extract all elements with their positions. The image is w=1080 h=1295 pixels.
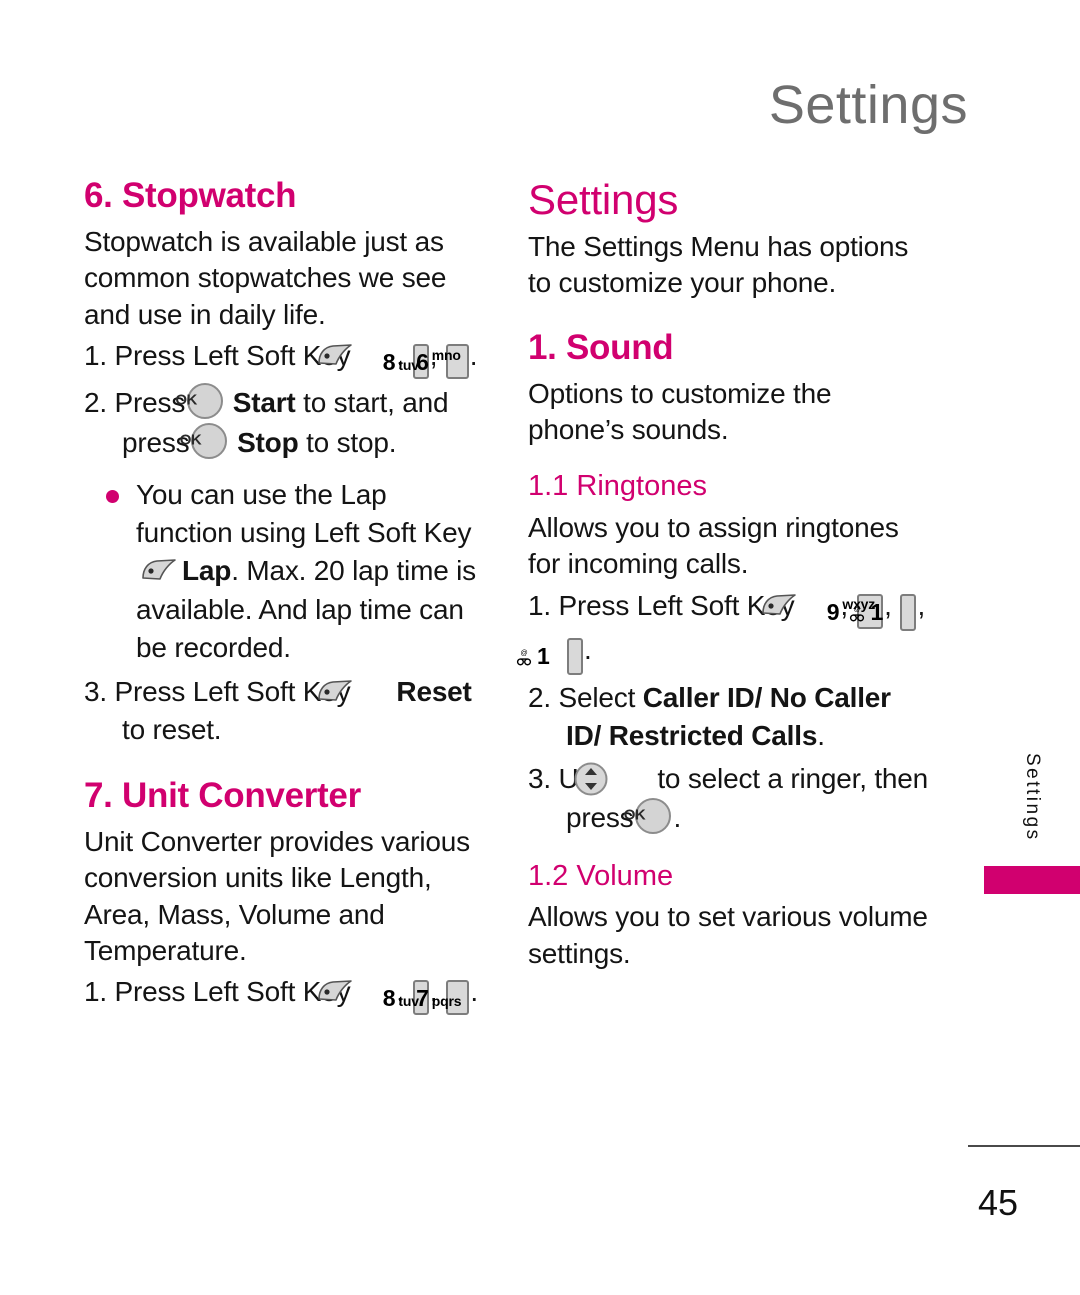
step-number: 2. — [528, 681, 551, 713]
unit-converter-step-1: 1. Press Left Soft Key, 8tuv, 7pqrs. — [84, 973, 489, 1016]
lap-label: Lap — [182, 555, 232, 587]
reset-label: Reset — [396, 675, 472, 707]
keycap-1-voicemail: 1 @ — [849, 593, 917, 631]
heading-settings-chapter: Settings — [528, 176, 679, 223]
ok-key-icon: OK — [175, 383, 224, 420]
step-period: . — [469, 340, 478, 372]
step-number: 2. — [84, 387, 107, 419]
bullet-text: You can use the Lap function using Left … — [136, 479, 472, 549]
ok-key-icon: OK — [179, 422, 228, 459]
stopwatch-step-1: 1. Press Left Soft Key, 8tuv, 6mno. — [84, 337, 489, 380]
stopwatch-step-3: 3. Press Left Soft Key Reset to reset. — [84, 673, 489, 750]
left-column: 6. Stopwatch Stopwatch is available just… — [84, 176, 489, 1017]
ringtones-step-1: 1. Press Left Soft Key, 9wxyz, 1@, 1@. — [516, 587, 933, 675]
stopwatch-step-2: 2. Press OK Start to start, and press OK S… — [84, 383, 489, 462]
keycap-6: 6 mno — [416, 344, 469, 380]
page-number: 45 — [977, 1182, 1018, 1223]
keycap-1-voicemail: 1 @ — [516, 637, 583, 675]
heading-volume: 1.2 Volume — [528, 860, 674, 893]
step-period: . — [817, 720, 825, 752]
left-soft-key-icon — [318, 678, 393, 708]
ringtones-step-3: 3. Use to select a ringer, then pressOK. — [528, 760, 933, 838]
unit-converter-intro: Unit Converter provides various conversi… — [84, 825, 470, 967]
volume-intro: Allows you to set various volume setting… — [528, 901, 928, 969]
keycap-digit: 1 — [870, 598, 884, 625]
sound-intro: Options to customize the phone’s sounds. — [528, 377, 832, 446]
step-number: 1. — [528, 589, 551, 621]
step-comma: , — [917, 589, 926, 621]
heading-stopwatch: 6. Stopwatch — [84, 176, 297, 215]
start-label: Start — [232, 387, 296, 419]
keycap-7: 7 pqrs — [416, 980, 470, 1016]
ok-key-label: OK — [175, 391, 197, 409]
keycap-digit: 8 — [382, 985, 396, 1012]
keycap-digit: 8 — [382, 349, 396, 376]
step-number: 1. — [84, 976, 107, 1008]
settings-chapter-intro: The Settings Menu has options to customi… — [528, 231, 909, 299]
side-tab-marker — [984, 866, 1080, 894]
keycap-digit: 7 — [416, 985, 429, 1012]
step-period: . — [470, 976, 479, 1008]
heading-unit-converter: 7. Unit Converter — [84, 775, 361, 815]
step-text: to reset. — [122, 714, 222, 746]
side-tab-label: Settings — [1022, 752, 1043, 842]
right-column: Settings The Settings Menu has options t… — [516, 176, 933, 976]
step-text: to stop. — [306, 426, 397, 458]
keycap-digit: 1 — [537, 642, 550, 669]
footer-divider — [968, 1145, 1080, 1147]
step-period: . — [673, 802, 682, 834]
navigation-up-down-icon — [574, 761, 647, 797]
ringtones-step-2: 2. Select Caller ID/ No Caller ID/ Restr… — [528, 679, 933, 756]
keycap-digit: 9 — [826, 598, 840, 625]
svg-text:@: @ — [854, 605, 861, 613]
bullet-dot-icon — [106, 490, 119, 504]
heading-sound: 1. Sound — [528, 327, 674, 367]
stopwatch-intro: Stopwatch is available just as common st… — [84, 225, 447, 330]
side-tab: Settings — [984, 738, 1080, 861]
stopwatch-lap-note: You can use the Lap function using Left … — [84, 476, 489, 666]
step-number: 3. — [528, 762, 551, 794]
svg-text:@: @ — [520, 649, 527, 657]
step-period: . — [584, 633, 592, 665]
page-header-title: Settings — [768, 75, 968, 135]
heading-ringtones: 1.1 Ringtones — [528, 470, 707, 503]
keycap-letters: mno — [431, 346, 461, 363]
step-number: 1. — [84, 340, 107, 372]
ok-key-label: OK — [179, 431, 202, 449]
keycap-letters: pqrs — [431, 993, 462, 1010]
left-soft-key-icon — [139, 557, 179, 587]
step-text: Select — [558, 681, 636, 713]
ok-key-icon: OK — [623, 798, 672, 835]
keycap-digit: 6 — [416, 349, 429, 376]
ringtones-intro: Allows you to assign ringtones for incom… — [528, 511, 899, 580]
ok-key-label: OK — [623, 807, 646, 825]
stop-label: Stop — [237, 426, 299, 458]
step-number: 3. — [84, 675, 107, 707]
